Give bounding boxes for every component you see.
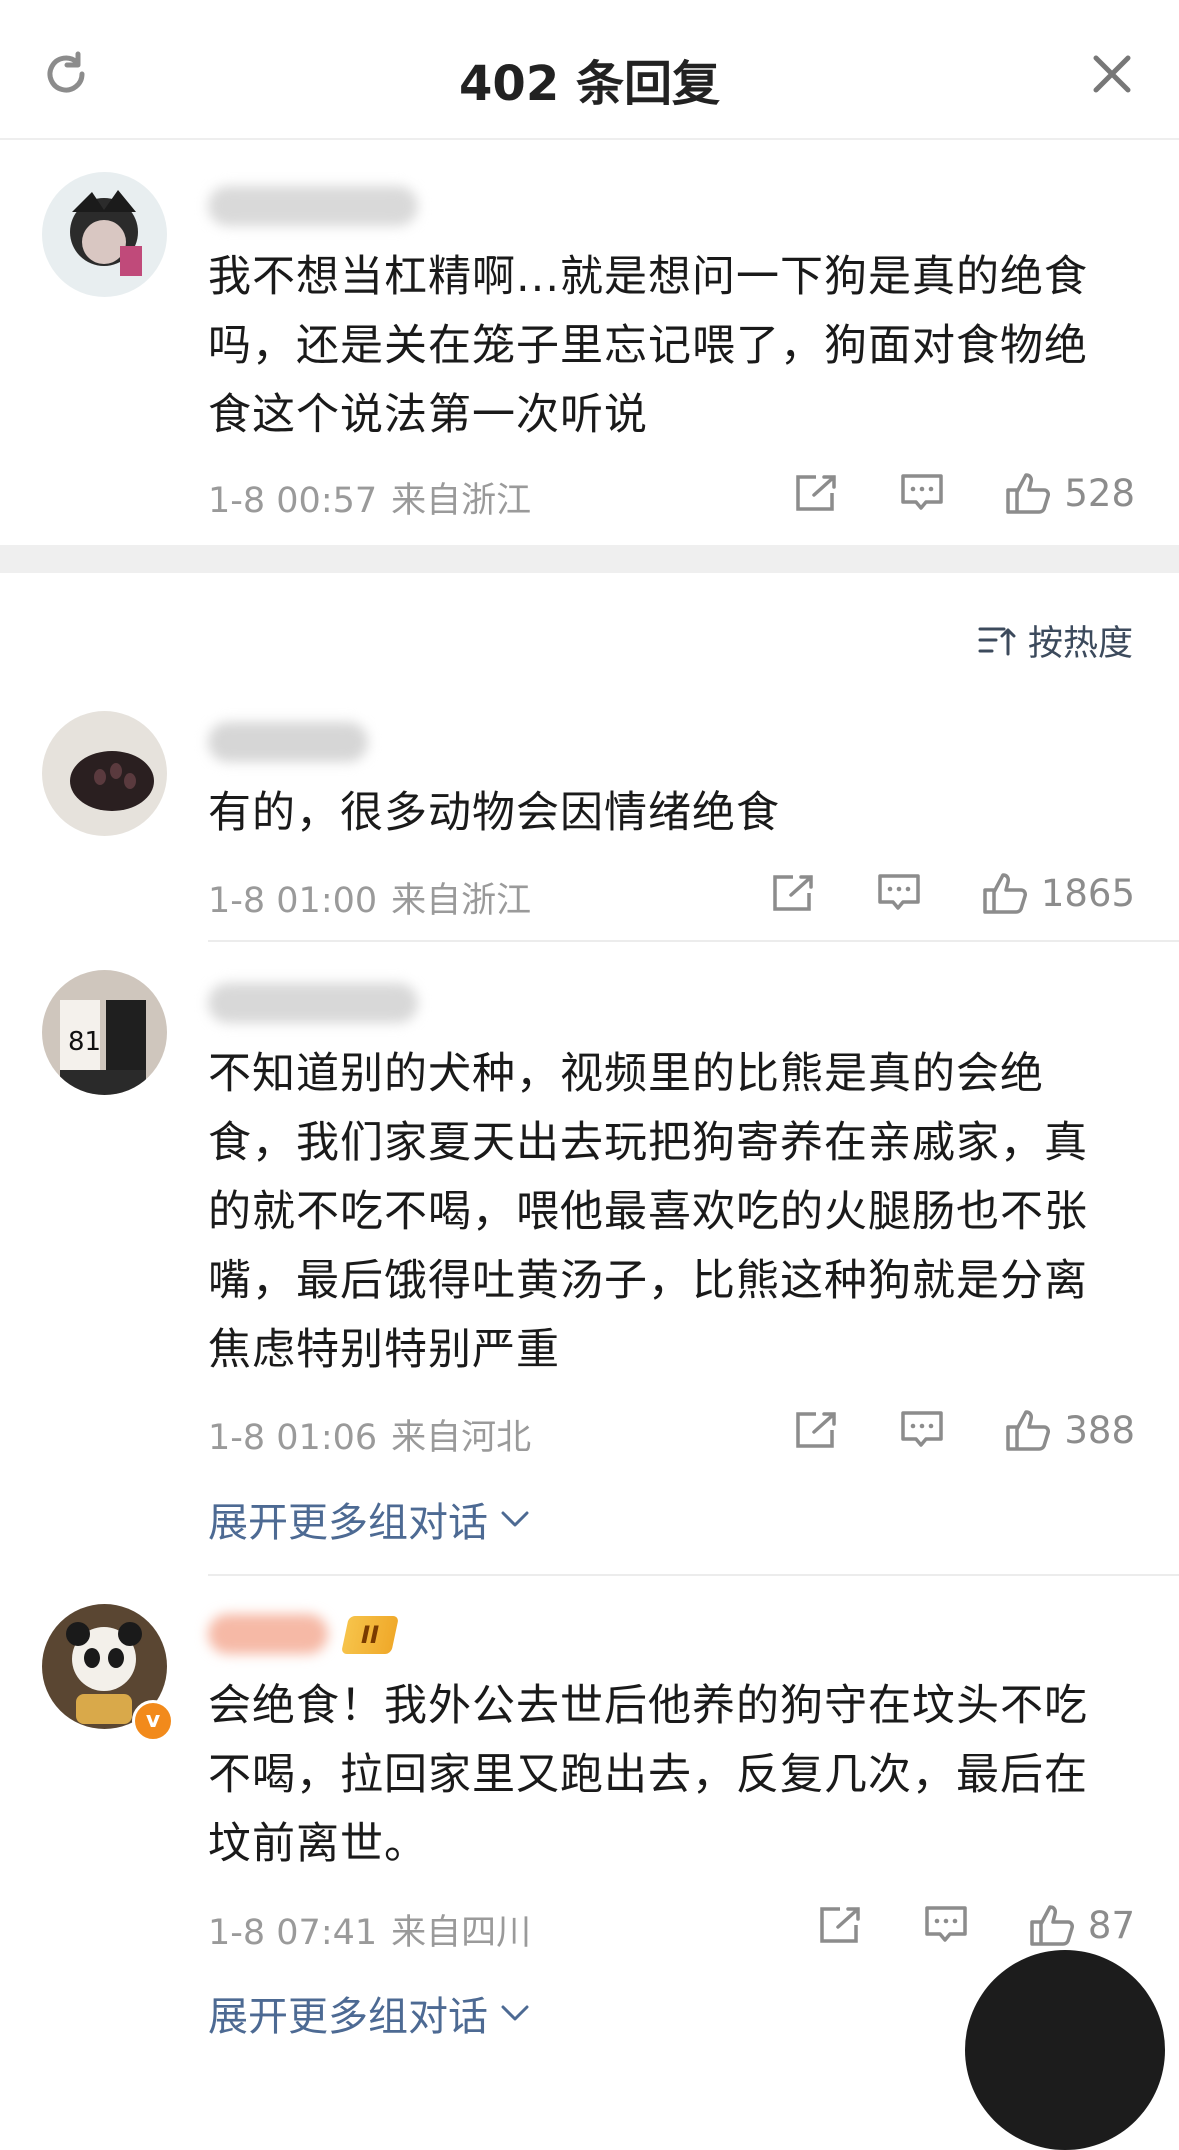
comment-actions: 87	[818, 1898, 1135, 1952]
like-count: 87	[1087, 1903, 1135, 1947]
reply-button[interactable]	[924, 1904, 968, 1946]
thumbs-up-icon	[983, 873, 1027, 914]
username-blurred[interactable]	[208, 983, 418, 1023]
like-button[interactable]: 528	[1004, 470, 1135, 516]
comment-time: 1-8 00:57	[208, 481, 378, 521]
header-bar: 402 条回复	[0, 0, 1179, 140]
chevron-down-icon	[501, 2005, 529, 2021]
comment-meta: 1-8 01:06 来自河北	[208, 1409, 531, 1460]
close-icon[interactable]	[1088, 50, 1136, 98]
avatar[interactable]	[42, 711, 167, 836]
thumbs-up-icon	[1030, 1905, 1074, 1946]
comment-meta: 1-8 00:57 来自浙江	[208, 472, 531, 523]
comment-actions: 528	[794, 466, 1135, 520]
page-title: 402 条回复	[459, 56, 720, 112]
comment-location: 来自四川	[391, 1913, 532, 1953]
section-separator	[0, 545, 1179, 573]
divider	[208, 940, 1179, 942]
avatar[interactable]	[42, 172, 167, 297]
thumbs-up-icon	[1006, 473, 1051, 514]
sort-label: 按热度	[1027, 624, 1133, 664]
comment-text: 有的，很多动物会因情绪绝食	[208, 788, 780, 838]
like-button[interactable]: 1865	[981, 870, 1135, 916]
comment-time: 1-8 07:41	[208, 1913, 378, 1953]
thumbs-up-icon	[1006, 1410, 1051, 1451]
comment-text: 不知道别的犬种，视频里的比熊是真的会绝食，我们家夏天出去玩把狗寄养在亲戚家，真的…	[208, 1049, 1088, 1375]
svg-text:81: 81	[68, 1027, 101, 1057]
comment-text: 会绝食！我外公去世后他养的狗守在坟头不吃不喝，拉回家里又跑出去，反复几次，最后在…	[208, 1681, 1088, 1869]
like-button[interactable]: 388	[1004, 1407, 1135, 1453]
comment-meta: 1-8 01:00 来自浙江	[208, 872, 531, 923]
comment-meta: 1-8 07:41 来自四川	[208, 1904, 531, 1955]
share-button[interactable]	[771, 873, 815, 913]
sort-button[interactable]: 按热度	[978, 615, 1133, 666]
comment-icon	[925, 1906, 967, 1942]
share-button[interactable]	[794, 1410, 838, 1450]
share-button[interactable]	[818, 1905, 862, 1945]
expand-conversation-link[interactable]: 展开更多组对话	[208, 1984, 530, 2042]
chevron-down-icon	[501, 1511, 529, 1527]
comment-icon	[901, 474, 944, 510]
expand-label: 展开更多组对话	[208, 1994, 488, 2040]
reply-button[interactable]	[900, 472, 944, 514]
avatar[interactable]: 81	[42, 970, 167, 1095]
verified-badge: v	[132, 1700, 174, 1742]
like-count: 388	[1064, 1408, 1135, 1452]
comment-location: 来自河北	[391, 1418, 532, 1458]
username-blurred[interactable]	[208, 722, 368, 762]
share-button[interactable]	[794, 473, 838, 513]
like-count: 1865	[1040, 871, 1135, 915]
comment-actions: 1865	[771, 866, 1135, 920]
expand-conversation-link[interactable]: 展开更多组对话	[208, 1490, 530, 1548]
comment-actions: 388	[794, 1403, 1135, 1457]
like-count: 528	[1064, 471, 1135, 515]
comment-location: 来自浙江	[391, 881, 532, 921]
comment-icon	[878, 874, 920, 910]
username-blurred[interactable]	[208, 186, 418, 226]
share-icon	[796, 1412, 837, 1448]
share-icon	[773, 875, 813, 911]
comment-location: 来自浙江	[391, 481, 532, 521]
comment-text: 我不想当杠精啊...就是想问一下狗是真的绝食吗，还是关在笼子里忘记喂了，狗面对食…	[208, 252, 1089, 440]
level-badge: II	[340, 1616, 399, 1654]
divider	[208, 1574, 1179, 1576]
expand-label: 展开更多组对话	[208, 1500, 488, 1546]
floating-overlay	[965, 1950, 1165, 2150]
username-blurred[interactable]	[208, 1614, 328, 1654]
reply-button[interactable]	[877, 872, 921, 914]
share-icon	[820, 1907, 860, 1943]
sort-icon	[978, 627, 1016, 655]
comment-time: 1-8 01:00	[208, 881, 378, 921]
comment-time: 1-8 01:06	[208, 1418, 378, 1458]
share-icon	[796, 475, 837, 511]
comment-icon	[901, 1411, 944, 1447]
like-button[interactable]: 87	[1028, 1902, 1135, 1948]
reply-button[interactable]	[900, 1409, 944, 1451]
